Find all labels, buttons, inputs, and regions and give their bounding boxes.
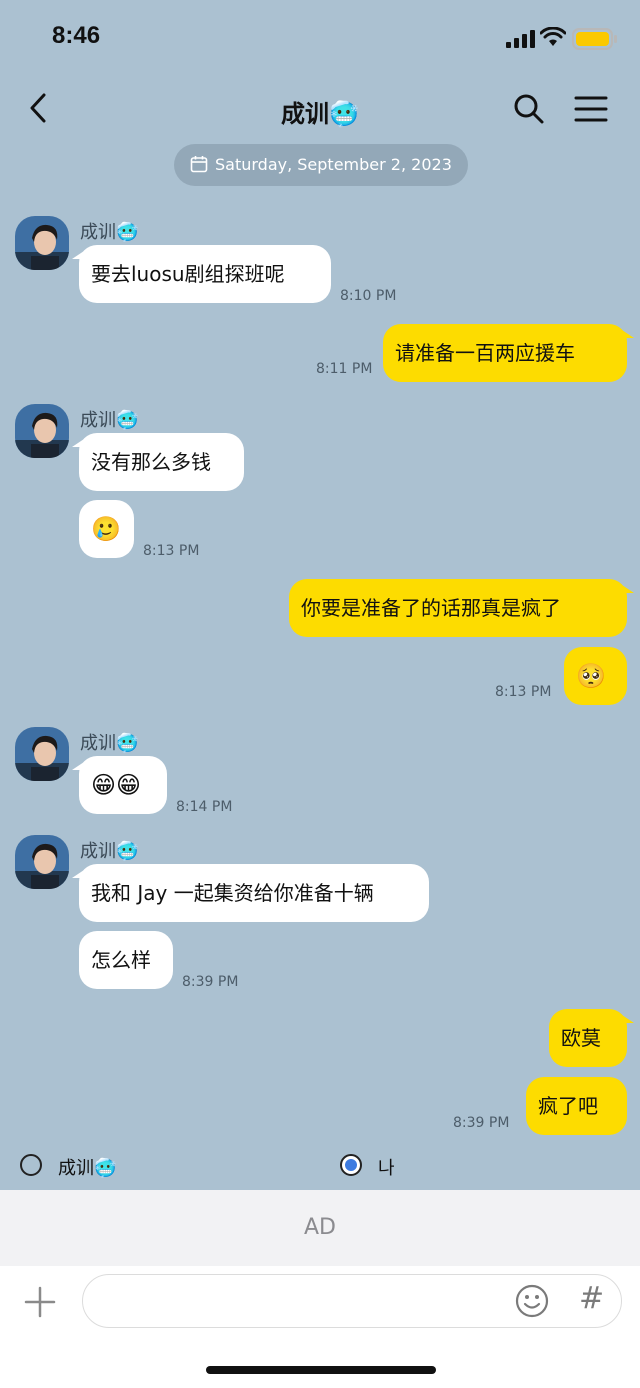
emoji-message-bubble[interactable]: 😁😁 [72,756,167,814]
calendar-icon [190,156,208,173]
avatar-image [15,727,69,781]
sender-name: 成训🥶 [80,837,138,863]
hashtag-icon[interactable]: # [579,1281,604,1316]
message-input[interactable]: # [82,1274,622,1328]
my-message-bubble[interactable]: 你要是准备了的话那真是疯了 [289,579,634,637]
avatar-image [15,835,69,889]
message-timestamp: 8:11 PM [316,361,373,377]
sender-name: 成训🥶 [80,406,138,432]
chat-header: 成训🥶 [0,76,640,140]
message-timestamp: 8:13 PM [143,543,200,559]
cellular-signal-icon [506,30,535,48]
cold-face-emoji: 🥶 [329,100,359,128]
menu-hamburger-icon[interactable] [574,95,608,123]
message-input-bar: # [0,1266,640,1388]
sender-name: 成训🥶 [80,218,138,244]
message-bubble[interactable]: 怎么样 [79,931,173,989]
chat-title-text: 成训 [281,100,330,128]
status-time: 8:46 [52,22,101,49]
plus-icon[interactable] [24,1286,56,1318]
ad-banner[interactable]: AD [0,1190,640,1266]
sender-name-text: 成训 [80,841,116,862]
date-text: Saturday, September 2, 2023 [215,155,452,174]
message-timestamp: 8:39 PM [182,974,239,990]
cold-face-emoji: 🥶 [116,410,139,431]
speaker-radio-me[interactable] [340,1154,362,1176]
wifi-icon [540,27,566,46]
speaker-option-label[interactable]: 成训🥶 [58,1154,116,1180]
speaker-selector: 成训🥶 나 [0,1140,640,1190]
search-icon[interactable] [512,92,546,126]
avatar-image [15,216,69,270]
my-message-bubble[interactable]: 疯了吧 [526,1077,627,1135]
message-timestamp: 8:14 PM [176,799,233,815]
message-timestamp: 8:10 PM [340,288,397,304]
home-indicator [206,1366,436,1374]
speaker-option-label[interactable]: 나 [378,1154,395,1180]
cold-face-emoji: 🥶 [116,733,139,754]
cold-face-emoji: 🥶 [116,841,139,862]
emoji-smiley-icon[interactable] [515,1284,549,1318]
message-bubble[interactable]: 没有那么多钱 [72,433,244,491]
cold-face-emoji: 🥶 [94,1158,117,1179]
date-divider: Saturday, September 2, 2023 [174,144,468,186]
speaker-option-text: 成训 [58,1158,94,1179]
avatar[interactable] [15,216,69,270]
message-bubble[interactable]: 我和 Jay 一起集资给你准备十辆 [72,864,429,922]
cold-face-emoji: 🥶 [116,222,139,243]
status-bar: 8:46 [0,0,640,76]
avatar[interactable] [15,727,69,781]
message-timestamp: 8:13 PM [495,684,552,700]
message-bubble[interactable]: 要去luosu剧组探班呢 [72,245,331,303]
battery-icon [572,28,617,50]
my-message-bubble[interactable]: 请准备一百两应援车 [383,324,634,382]
avatar-image [15,404,69,458]
message-timestamp: 8:39 PM [453,1115,510,1131]
sender-name-text: 成训 [80,733,116,754]
sender-name-text: 成训 [80,410,116,431]
sender-name: 成训🥶 [80,729,138,755]
my-message-bubble[interactable]: 欧莫 [549,1009,634,1067]
emoji-message-bubble[interactable]: 🥲 [79,500,134,558]
my-emoji-message-bubble[interactable]: 🥺 [564,647,627,705]
avatar[interactable] [15,835,69,889]
sender-name-text: 成训 [80,222,116,243]
avatar[interactable] [15,404,69,458]
speaker-radio-other[interactable] [20,1154,42,1176]
